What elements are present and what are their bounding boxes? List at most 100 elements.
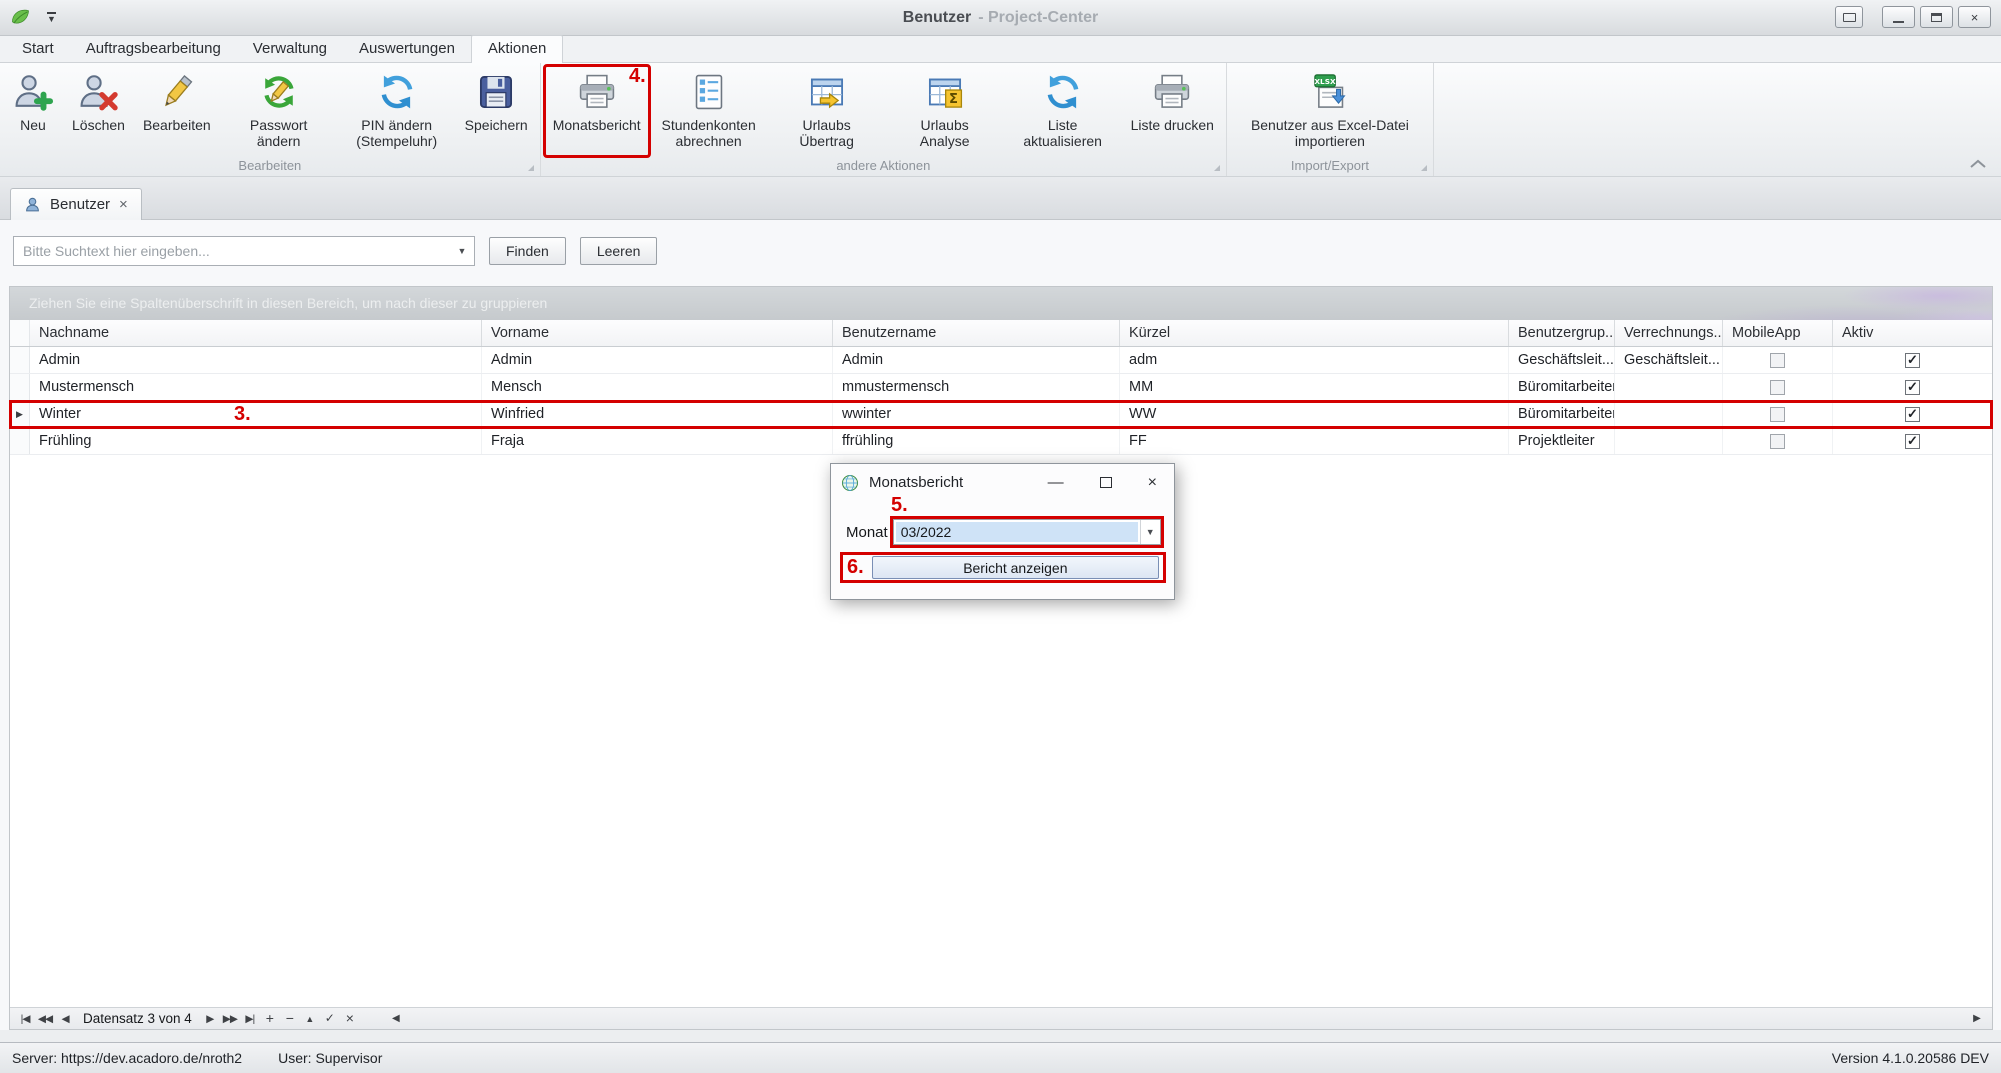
nav-cancel-button[interactable]	[340, 1008, 360, 1030]
ribbon-button[interactable]: Speichern	[456, 65, 537, 157]
ribbon-button[interactable]: Liste aktualisieren	[1004, 65, 1122, 157]
hscroll-right-icon[interactable]	[1967, 1009, 1987, 1029]
column-header-nachname[interactable]: Nachname	[30, 320, 482, 346]
column-header-vorname[interactable]: Vorname	[482, 320, 833, 346]
mobileapp-checkbox[interactable]	[1770, 353, 1785, 368]
ribbon-button[interactable]: Urlaubs Analyse	[886, 65, 1004, 157]
nav-next-page-button[interactable]	[220, 1009, 240, 1029]
ribbon-button[interactable]: Bearbeiten	[134, 65, 220, 157]
dialog-title: Monatsbericht	[869, 474, 963, 491]
column-header-benutzergruppe[interactable]: Benutzergrup...	[1509, 320, 1615, 346]
dialog-minimize-icon[interactable]: —	[1048, 475, 1064, 491]
ribbon-button[interactable]: Benutzer aus Excel-Datei importieren	[1230, 65, 1430, 157]
cell-verrechnungsgruppe	[1615, 428, 1723, 454]
chevron-down-icon[interactable]: ▼	[1140, 520, 1160, 544]
annotation-number: 4.	[629, 65, 646, 88]
tab-close-icon[interactable]: ×	[119, 197, 128, 212]
mobileapp-checkbox[interactable]	[1770, 380, 1785, 395]
nav-first-button[interactable]	[15, 1009, 35, 1029]
maximize-button[interactable]	[1920, 6, 1953, 28]
ribbon-button[interactable]: PIN ändern (Stempeluhr)	[338, 65, 456, 157]
ribbon-group-bearbeiten: Neu Löschen Bearbeiten Passwo	[0, 63, 541, 176]
ribbon-tab[interactable]: Auftragsbearbeitung	[70, 36, 237, 62]
cell-verrechnungsgruppe	[1615, 401, 1723, 427]
aktiv-checkbox[interactable]	[1905, 353, 1920, 368]
password-edit-icon	[258, 71, 300, 113]
user-tab-icon	[24, 196, 41, 213]
hscroll-left-icon[interactable]	[386, 1009, 406, 1029]
ribbon-button-label: Stundenkonten abrechnen	[659, 117, 759, 149]
month-combobox[interactable]: 03/2022 ▼	[893, 519, 1161, 545]
ribbon-button[interactable]: Neu	[3, 65, 63, 157]
cell-nachname: Admin	[30, 347, 482, 373]
table-row[interactable]: Frühling Fraja ffrühling FF Projektleite…	[10, 428, 1992, 455]
quick-access-dropdown-icon[interactable]: ▼	[47, 12, 56, 23]
aktiv-checkbox[interactable]	[1905, 380, 1920, 395]
nav-edit-button[interactable]	[300, 1009, 320, 1029]
column-header-aktiv[interactable]: Aktiv	[1833, 320, 1992, 346]
collapse-ribbon-icon[interactable]	[1969, 158, 1987, 170]
month-label: Monat	[846, 524, 888, 541]
table-row[interactable]: Mustermensch Mensch mmustermensch MM Bür…	[10, 374, 1992, 401]
minimize-icon	[1893, 21, 1904, 23]
dialog-maximize-icon[interactable]	[1100, 477, 1112, 488]
nav-last-button[interactable]	[240, 1009, 260, 1029]
ribbon-tab[interactable]: Aktionen	[471, 35, 563, 63]
chevron-down-icon[interactable]: ▼	[450, 246, 474, 256]
table-row[interactable]: Admin Admin Admin adm Geschäftsleit... G…	[10, 347, 1992, 374]
nav-prev-page-button[interactable]	[35, 1009, 55, 1029]
cell-verrechnungsgruppe: Geschäftsleit...	[1615, 347, 1723, 373]
row-selector	[10, 401, 30, 427]
find-button[interactable]: Finden	[489, 237, 566, 265]
window-title-secondary: - Project-Center	[978, 9, 1098, 26]
mobileapp-checkbox[interactable]	[1770, 434, 1785, 449]
ribbon-button[interactable]: Stundenkonten abrechnen	[650, 65, 768, 157]
show-report-button[interactable]: Bericht anzeigen	[872, 556, 1159, 579]
column-header-kuerzel[interactable]: Kürzel	[1120, 320, 1509, 346]
search-combobox[interactable]: ▼	[13, 236, 475, 266]
cell-nachname: Winter	[30, 401, 482, 427]
document-tab-bar: Benutzer ×	[0, 177, 2001, 220]
table-row[interactable]: Winter Winfried wwinter WW Büromitarbeit…	[10, 401, 1992, 428]
ribbon-button-label: PIN ändern (Stempeluhr)	[347, 117, 447, 149]
nav-next-button[interactable]	[200, 1009, 220, 1029]
tab-benutzer[interactable]: Benutzer ×	[10, 188, 142, 220]
search-input[interactable]	[14, 243, 450, 259]
close-button[interactable]: ×	[1958, 6, 1991, 28]
clear-button[interactable]: Leeren	[580, 237, 658, 265]
column-header-verrechnungsgruppe[interactable]: Verrechnungs...	[1615, 320, 1723, 346]
ribbon-button[interactable]: Liste drucken	[1122, 65, 1223, 157]
aktiv-checkbox[interactable]	[1905, 407, 1920, 422]
window-icon	[1843, 13, 1856, 22]
nav-prev-button[interactable]	[55, 1009, 75, 1029]
ribbon-tab[interactable]: Verwaltung	[237, 36, 343, 62]
minimize-button[interactable]	[1882, 6, 1915, 28]
mobileapp-checkbox[interactable]	[1770, 407, 1785, 422]
ribbon-button[interactable]: Monatsbericht 4.	[544, 65, 650, 157]
dialog-close-icon[interactable]: ×	[1148, 475, 1157, 491]
record-count-text: Datensatz 3 von 4	[83, 1009, 192, 1029]
ribbon-button[interactable]: Passwort ändern	[220, 65, 338, 157]
row-selector	[10, 428, 30, 454]
nav-delete-button[interactable]	[280, 1008, 300, 1030]
aktiv-checkbox[interactable]	[1905, 434, 1920, 449]
cell-verrechnungsgruppe	[1615, 374, 1723, 400]
ribbon-button[interactable]: Löschen	[63, 65, 134, 157]
dialog-title-bar[interactable]: Monatsbericht — ×	[831, 464, 1174, 501]
column-header-mobileapp[interactable]: MobileApp	[1723, 320, 1833, 346]
annotation-number: 6.	[847, 556, 864, 579]
cell-benutzergruppe: Geschäftsleit...	[1509, 347, 1615, 373]
cell-kuerzel: MM	[1120, 374, 1509, 400]
column-header-benutzername[interactable]: Benutzername	[833, 320, 1120, 346]
cell-kuerzel: WW	[1120, 401, 1509, 427]
ribbon-button[interactable]: Urlaubs Übertrag	[768, 65, 886, 157]
ribbon-button-label: Löschen	[72, 117, 125, 133]
ribbon-tab[interactable]: Start	[6, 36, 70, 62]
ribbon-button-label: Benutzer aus Excel-Datei importieren	[1239, 117, 1421, 149]
ribbon-tab[interactable]: Auswertungen	[343, 36, 471, 62]
window-tool-button[interactable]	[1835, 6, 1863, 28]
nav-add-button[interactable]	[260, 1008, 280, 1030]
excel-import-icon	[1309, 71, 1351, 113]
selector-column-header	[10, 320, 30, 346]
nav-post-button[interactable]	[320, 1008, 340, 1029]
